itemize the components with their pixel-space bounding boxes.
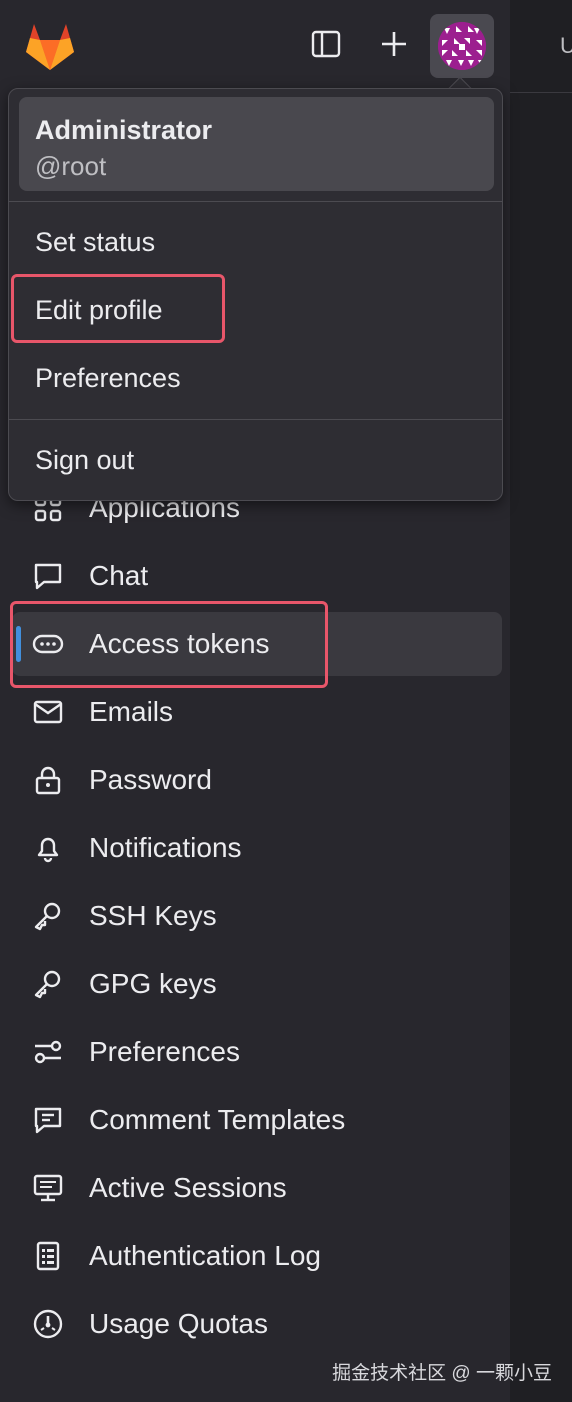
header-divider bbox=[510, 92, 572, 93]
sidebar-item-authentication-log[interactable]: Authentication Log bbox=[12, 1224, 502, 1288]
preferences-menu-item[interactable]: Preferences bbox=[19, 347, 494, 409]
mail-icon bbox=[32, 696, 64, 728]
bell-icon bbox=[32, 832, 64, 864]
sidebar-item-label: Chat bbox=[89, 560, 149, 591]
chat-icon bbox=[32, 560, 64, 592]
sidebar-item-label: Emails bbox=[89, 696, 174, 727]
create-new-button[interactable] bbox=[362, 14, 426, 78]
quota-icon bbox=[32, 1308, 64, 1340]
sidebar-item-label: SSH Keys bbox=[89, 900, 217, 931]
main-content: U bbox=[510, 0, 572, 1402]
sidebar-item-label: Preferences bbox=[89, 1036, 240, 1067]
sidebar-item-label: Comment Templates bbox=[89, 1104, 346, 1135]
comment-template-icon bbox=[32, 1104, 64, 1136]
gitlab-logo-icon[interactable] bbox=[24, 22, 76, 72]
sidebar-item-active-sessions[interactable]: Active Sessions bbox=[12, 1156, 502, 1220]
lock-icon bbox=[32, 764, 64, 796]
key-icon bbox=[32, 968, 64, 1000]
user-username: @root bbox=[35, 151, 107, 181]
sidebar-item-preferences[interactable]: Preferences bbox=[12, 1020, 502, 1084]
sidebar-item-chat[interactable]: Chat bbox=[12, 544, 502, 608]
preferences-icon bbox=[32, 1036, 64, 1068]
user-profile-card[interactable]: Administrator @root bbox=[19, 97, 494, 191]
user-name: Administrator bbox=[35, 115, 213, 145]
set-status-menu-item[interactable]: Set status bbox=[19, 211, 494, 273]
sidebar-item-password[interactable]: Password bbox=[12, 748, 502, 812]
sidebar-item-usage-quotas[interactable]: Usage Quotas bbox=[12, 1292, 502, 1356]
monitor-icon bbox=[32, 1172, 64, 1204]
plus-icon bbox=[380, 30, 408, 63]
dropdown-divider bbox=[9, 201, 502, 202]
dropdown-divider bbox=[9, 419, 502, 420]
watermark: 掘金技术社区 @ 一颗小豆 bbox=[332, 1363, 552, 1384]
sidebar-item-ssh-keys[interactable]: SSH Keys bbox=[12, 884, 502, 948]
sidebar-item-label: Notifications bbox=[89, 832, 242, 863]
sidebar-item-gpg-keys[interactable]: GPG keys bbox=[12, 952, 502, 1016]
log-icon bbox=[32, 1240, 64, 1272]
sign-out-menu-item[interactable]: Sign out bbox=[19, 429, 494, 491]
sidebar-item-label: Active Sessions bbox=[89, 1172, 287, 1203]
sidebar-item-comment-templates[interactable]: Comment Templates bbox=[12, 1088, 502, 1152]
key-icon bbox=[32, 900, 64, 932]
highlight-access-tokens bbox=[10, 601, 328, 688]
highlight-edit-profile bbox=[11, 274, 225, 343]
sidebar-item-label: Authentication Log bbox=[89, 1240, 321, 1271]
sidebar-toggle-button[interactable] bbox=[294, 14, 358, 78]
sidebar-item-label: GPG keys bbox=[89, 968, 217, 999]
main-peek-text: U bbox=[560, 33, 572, 58]
user-avatar-button[interactable] bbox=[430, 14, 494, 78]
sidebar-toggle-icon bbox=[311, 29, 341, 64]
sidebar-item-label: Usage Quotas bbox=[89, 1308, 268, 1339]
sidebar-item-notifications[interactable]: Notifications bbox=[12, 816, 502, 880]
sidebar-item-label: Password bbox=[89, 764, 212, 795]
sidebar-item-emails[interactable]: Emails bbox=[12, 680, 502, 744]
avatar bbox=[438, 22, 486, 70]
